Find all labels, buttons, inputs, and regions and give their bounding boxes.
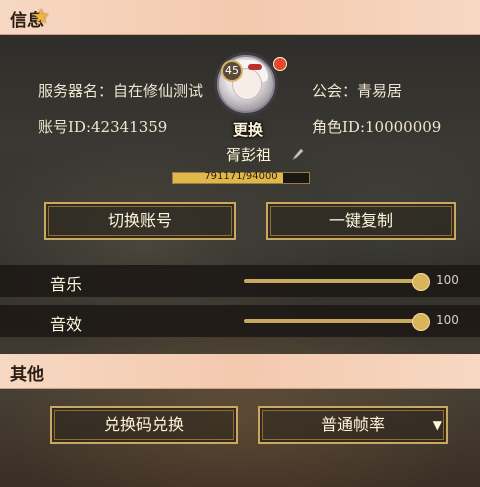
music-label: 音乐	[50, 275, 83, 294]
music-slider-row: 音乐 100	[0, 265, 480, 297]
account-id-label: 账号ID:42341359	[38, 118, 168, 136]
star-icon: ★	[32, 4, 50, 28]
chevron-down-icon: ▼	[432, 418, 442, 432]
sfx-slider-thumb[interactable]	[412, 313, 430, 331]
change-avatar-button[interactable]: 更换	[228, 119, 268, 140]
avatar-accent	[248, 64, 262, 70]
music-value: 100	[436, 273, 459, 287]
other-section-title: 其他	[10, 365, 44, 385]
copy-all-button[interactable]: 一键复制	[266, 202, 456, 240]
role-id-label: 角色ID:10000009	[312, 118, 442, 136]
guild-label: 公会：青易居	[312, 82, 403, 100]
sfx-label: 音效	[50, 315, 83, 334]
framerate-select-value: 普通帧率	[320, 415, 385, 434]
music-slider-thumb[interactable]	[412, 273, 430, 291]
server-name-label: 服务器名：自在修仙测试	[38, 82, 204, 100]
redeem-code-button[interactable]: 兑换码兑换	[50, 406, 238, 444]
player-name: 胥彭祖	[226, 146, 272, 164]
other-section-header: 其他	[0, 354, 480, 389]
exp-text: 791171/94000	[204, 171, 278, 182]
level-badge: 45	[221, 60, 243, 82]
framerate-select[interactable]: 普通帧率 ▼	[258, 406, 448, 444]
sfx-value: 100	[436, 313, 459, 327]
edit-name-icon[interactable]	[290, 146, 306, 162]
switch-account-button[interactable]: 切换账号	[44, 202, 236, 240]
avatar[interactable]	[214, 52, 278, 116]
notification-dot	[273, 57, 287, 71]
sfx-slider-row: 音效 100	[0, 305, 480, 337]
sfx-slider-track[interactable]	[244, 319, 420, 323]
exp-bar: 791171/94000	[172, 171, 310, 184]
info-section-header: 信息 ★	[0, 0, 480, 35]
music-slider-track[interactable]	[244, 279, 420, 283]
